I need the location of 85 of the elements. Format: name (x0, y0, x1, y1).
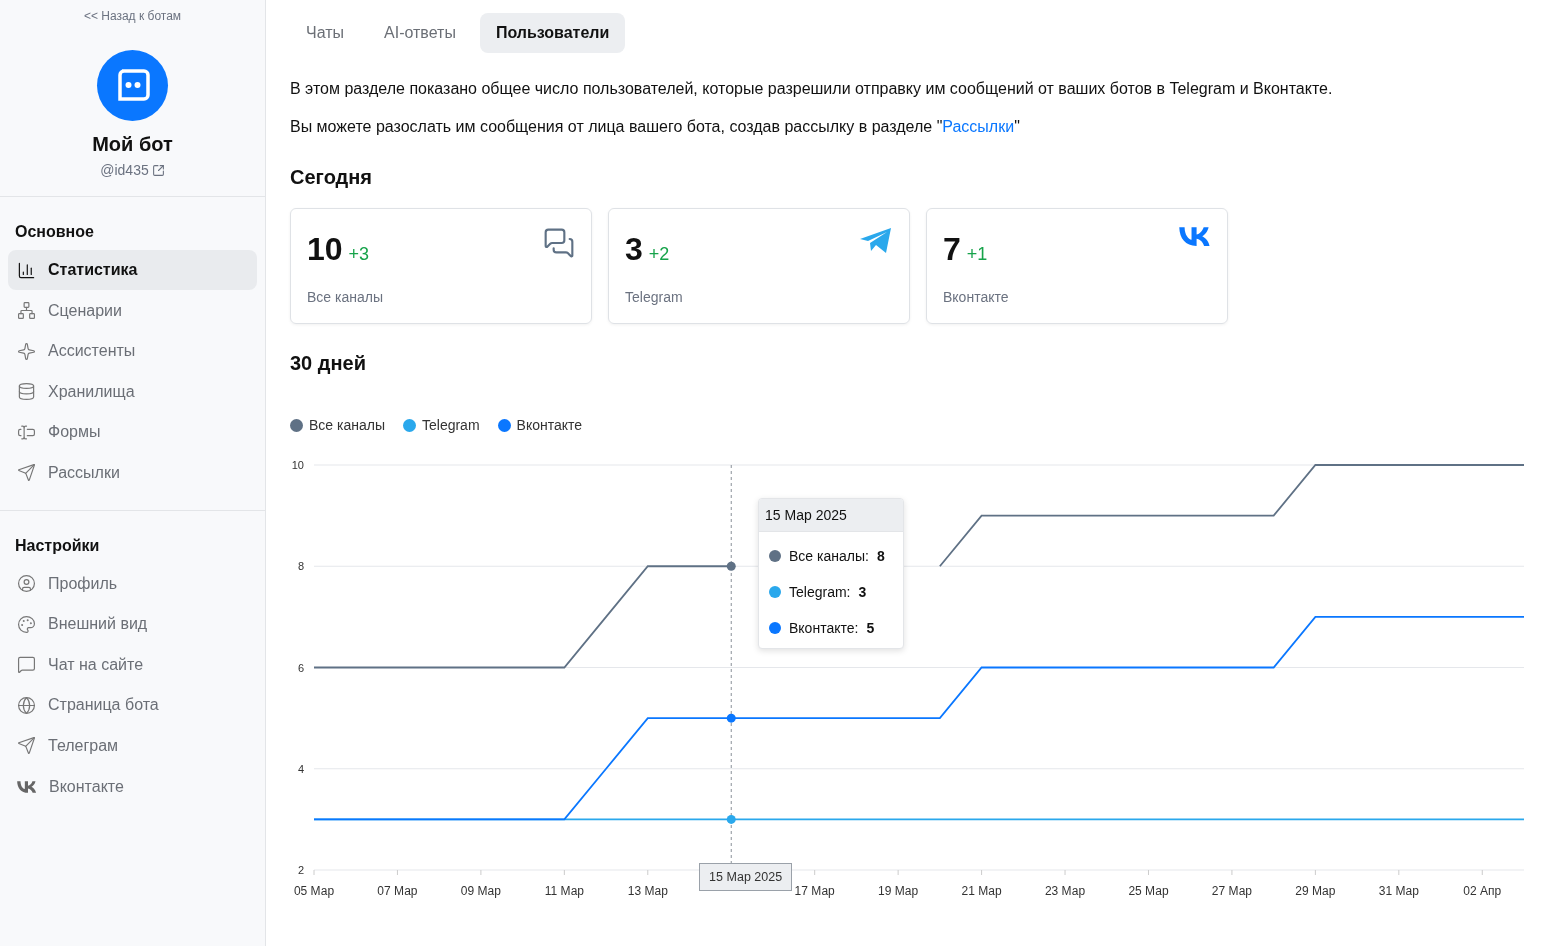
axis-label: 10 (291, 459, 304, 471)
axis-label: 6 (297, 661, 304, 674)
data-point (726, 561, 736, 571)
nav-item[interactable]: Профиль (8, 563, 257, 604)
axis-label: 19 Мар (878, 884, 919, 898)
nav-item[interactable]: Страница бота (8, 685, 257, 726)
axis-pointer-label: 15 Мар 2025 (699, 863, 793, 891)
nav-icon (17, 614, 36, 634)
tab[interactable]: Пользователи (479, 13, 626, 53)
data-point (726, 713, 736, 723)
external-link-icon[interactable] (151, 163, 165, 177)
nav-icon (17, 695, 36, 715)
nav-icon (17, 736, 36, 756)
tooltip-label: Telegram: (789, 584, 851, 600)
axis-label: 4 (297, 762, 304, 775)
axis-label: 29 Мар (1295, 884, 1336, 898)
stat-label: Вконтакте (943, 289, 1010, 305)
stat-delta: +1 (966, 244, 988, 265)
nav-item[interactable]: Хранилища (8, 371, 257, 412)
bot-handle: @id435 (100, 162, 149, 178)
tooltip-date: 15 Мар 2025 (759, 499, 903, 532)
nav-item[interactable]: Внешний вид (8, 604, 257, 645)
legend-label[interactable]: Telegram (422, 417, 480, 433)
stat-value: 3 (625, 231, 643, 268)
series-dot (769, 550, 781, 562)
nav-icon (17, 382, 36, 402)
nav-icon (17, 574, 36, 594)
vk-logo-icon (1179, 227, 1211, 247)
series-dot (769, 622, 781, 634)
paper-plane-icon (859, 227, 893, 255)
tooltip-value: 3 (858, 584, 867, 600)
section-heading: 30 дней (290, 352, 367, 375)
legend-label[interactable]: Все каналы (309, 417, 385, 433)
section-title: Настройки (14, 536, 101, 556)
stat-delta: +3 (348, 244, 370, 265)
nav-item[interactable]: Рассылки (8, 452, 257, 493)
axis-label: 25 Мар (1128, 884, 1169, 898)
stat-value: 10 (307, 231, 343, 268)
tooltip-label: Все каналы: (789, 548, 869, 564)
nav-item[interactable]: Телеграм (8, 725, 257, 766)
back-link[interactable]: << Назад к ботам (83, 9, 182, 23)
tab[interactable]: AI-ответы (368, 13, 472, 53)
chat-bubbles-icon (543, 227, 575, 259)
bot-name: Мой бот (92, 133, 173, 156)
axis-label: 27 Мар (1211, 884, 1252, 898)
nav-icon (17, 341, 36, 361)
vk-logo-icon (17, 780, 37, 793)
axis-label: 11 Мар (544, 884, 584, 898)
axis-label: 31 Мар (1378, 884, 1419, 898)
axis-label: 8 (297, 560, 304, 573)
axis-label: 17 Мар (794, 884, 835, 898)
nav-item[interactable]: Вконтакте (8, 766, 257, 807)
axis-label: 09 Мар (460, 884, 501, 898)
axis-label: 21 Мар (961, 884, 1002, 898)
stat-label: Telegram (625, 289, 684, 305)
series-dot (769, 586, 781, 598)
note-text: Вы можете разослать им сообщения от лица вашего бота, создав рассылку в разделе "Рассылки" (290, 118, 1021, 136)
stat-value: 7 (943, 231, 961, 268)
nav-item[interactable]: Ассистенты (8, 331, 257, 372)
stat-delta: +2 (648, 244, 670, 265)
axis-label: 2 (297, 864, 304, 876)
tooltip-value: 5 (866, 620, 875, 636)
axis-label: 07 Мар (377, 884, 418, 898)
tooltip-value: 8 (876, 548, 885, 564)
mailing-link[interactable]: Рассылки (942, 118, 1015, 135)
nav-icon (17, 463, 36, 483)
section-title: Основное (14, 223, 95, 242)
intro-text: В этом разделе показано общее число пользователей, которые разрешили отправку им сообщений от ваших ботов в Telegram и Вконтакте. (290, 80, 1334, 98)
tab[interactable]: Чаты (290, 13, 361, 53)
nav-icon (17, 301, 36, 321)
section-heading: Сегодня (290, 166, 374, 189)
axis-label: 13 Мар (627, 884, 668, 898)
axis-label: 23 Мар (1044, 884, 1086, 898)
tooltip-label: Вконтакте: (789, 620, 859, 636)
nav-item[interactable]: Сценарии (8, 290, 257, 331)
stat-label: Все каналы (307, 289, 384, 305)
axis-label: 02 Апр (1463, 884, 1502, 898)
nav-item[interactable]: Формы (8, 412, 257, 453)
data-point (726, 814, 736, 824)
nav-item[interactable]: Чат на сайте (8, 644, 257, 685)
nav-item[interactable]: Статистика (8, 250, 257, 290)
nav-icon (17, 655, 36, 675)
legend-label[interactable]: Вконтакте (516, 417, 583, 433)
nav-icon (17, 260, 36, 280)
axis-label: 05 Мар (293, 884, 335, 898)
